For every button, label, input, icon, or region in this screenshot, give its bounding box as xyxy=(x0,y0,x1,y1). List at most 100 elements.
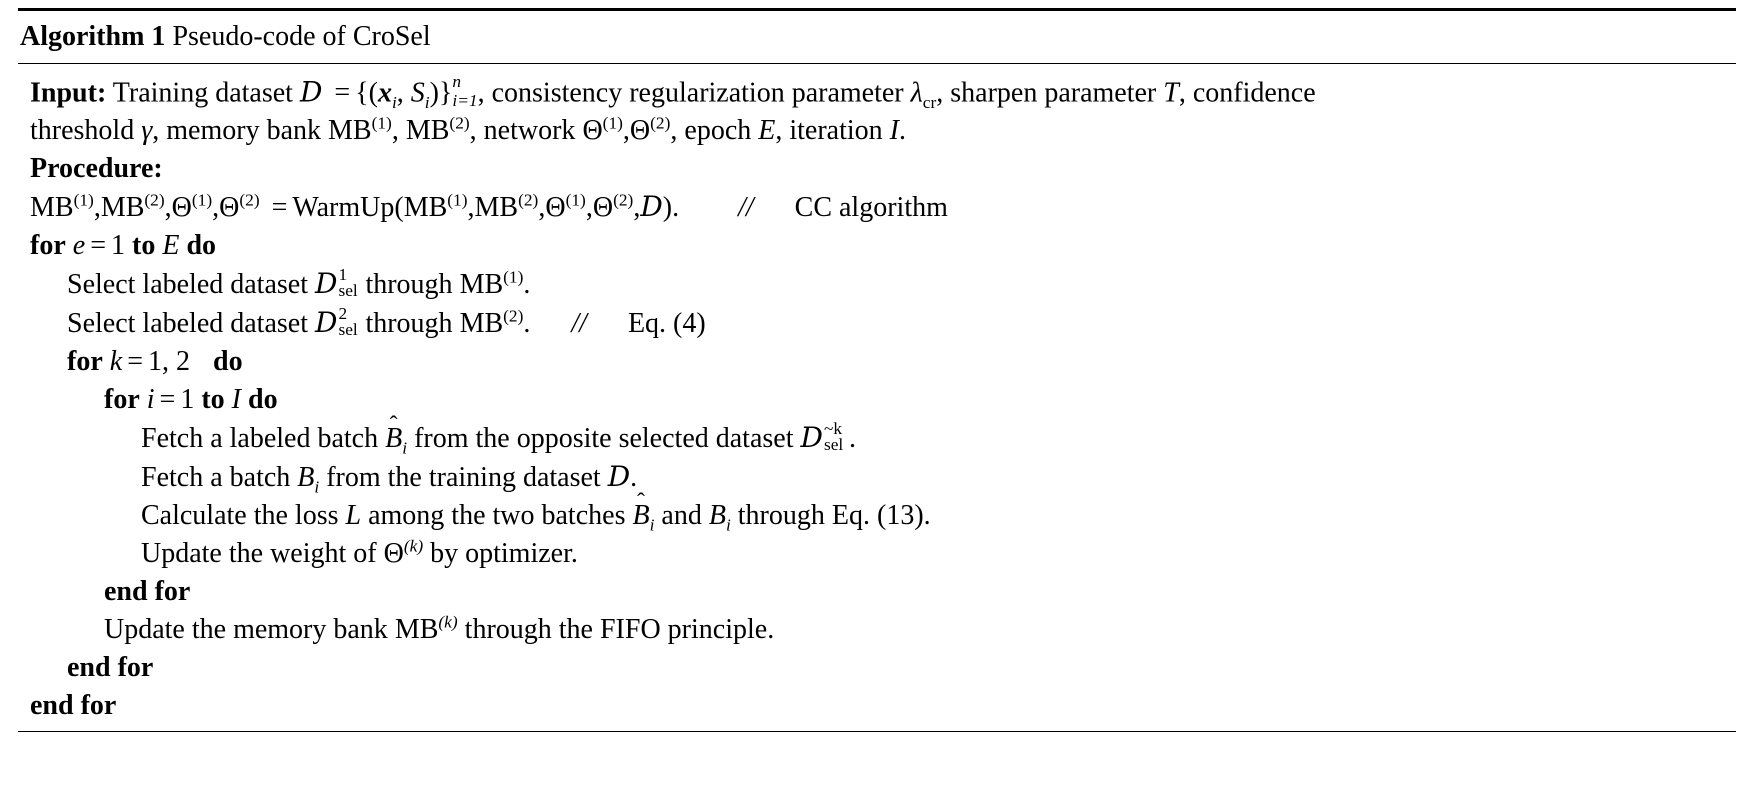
line-update-memory-bank: Update the memory bank MB(k) through the… xyxy=(20,611,1734,649)
opposite-dataset-symbol: D xyxy=(800,421,823,455)
select-2-subscript: sel xyxy=(338,320,358,340)
comma-3: , xyxy=(622,115,630,147)
k-loop-equals: = xyxy=(127,346,143,378)
comment-marker-select-2: // xyxy=(571,308,587,340)
line-fetch-batch: Fetch a batch Bi from the training datas… xyxy=(20,458,1734,497)
fetch-labeled-middle: from the opposite selected dataset xyxy=(414,423,794,455)
warmup-comment-text: CC algorithm xyxy=(794,192,948,224)
warmup-arg-theta1-sup: (1) xyxy=(565,190,586,210)
set-lower-limit: i=1 xyxy=(452,91,478,111)
warmup-paren-open: ( xyxy=(394,192,404,224)
line-procedure: Procedure: xyxy=(20,150,1734,188)
network-symbol-1: Θ xyxy=(582,115,603,147)
comment-marker-warmup: // xyxy=(738,192,754,224)
warmup-lhs-theta1-sup: (1) xyxy=(191,190,213,210)
fetch-batch-prefix: Fetch a batch xyxy=(141,462,291,494)
warmup-comma-4: , xyxy=(467,192,475,224)
i-loop-start: 1 xyxy=(180,384,195,416)
warmup-lhs-mb1-sup: (1) xyxy=(73,190,94,210)
to-keyword-i: to xyxy=(201,384,225,416)
update-memory-bank-superscript: (k) xyxy=(438,612,458,632)
loss-batch-symbol: B xyxy=(708,500,726,532)
algorithm-block: Input: Algorithm 1 Pseudo-code of CroSel… xyxy=(18,8,1736,733)
input-text-4: , confidence xyxy=(1178,77,1316,109)
input-label: Input: xyxy=(30,77,107,109)
warmup-function-name: WarmUp xyxy=(292,192,395,224)
k-loop-var: k xyxy=(109,346,123,378)
end-for-keyword-k: end for xyxy=(67,652,154,684)
memory-bank-2-superscript: (2) xyxy=(449,113,470,133)
i-loop-var: i xyxy=(146,384,155,416)
network-2-superscript: (2) xyxy=(650,113,671,133)
set-limits: n i=1 xyxy=(452,73,478,111)
update-memory-bank-symbol: MB xyxy=(394,614,439,646)
warmup-comma-6: , xyxy=(585,192,593,224)
sharpen-parameter-symbol: T xyxy=(1163,77,1179,109)
fetch-labeled-period: . xyxy=(848,423,856,455)
warmup-paren-close: ) xyxy=(662,192,673,224)
input-text-1: Training dataset xyxy=(112,77,293,109)
network-1-superscript: (1) xyxy=(602,113,623,133)
calculate-loss-p3: and xyxy=(661,500,702,532)
warmup-arg-theta1: Θ xyxy=(545,192,566,224)
warmup-lhs-theta2: Θ xyxy=(219,192,240,224)
warmup-arg-mb1-sup: (1) xyxy=(447,190,468,210)
bottom-rule xyxy=(18,731,1736,733)
warmup-lhs-mb2: MB xyxy=(100,192,145,224)
loss-batch-index: i xyxy=(725,515,731,535)
network-symbol-2: Θ xyxy=(629,115,651,147)
epoch-loop-start: 1 xyxy=(111,230,125,262)
memory-bank-symbol-1: MB xyxy=(328,115,372,147)
select-1-dataset-symbol: D xyxy=(315,267,338,301)
i-loop-equals: = xyxy=(159,384,176,416)
epoch-loop-limit: E xyxy=(162,230,180,262)
update-memory-p1: Update the memory bank xyxy=(104,614,388,646)
input-text-6: , memory bank xyxy=(152,115,322,147)
algorithm-caption-text: Pseudo-code of CroSel xyxy=(172,21,431,52)
line-end-for-epoch: end for xyxy=(20,687,1734,725)
update-weight-network-symbol: Θ xyxy=(383,538,404,570)
select-1-middle: through xyxy=(365,269,453,301)
fetch-labeled-prefix: Fetch a labeled batch xyxy=(141,423,379,455)
algorithm-number-label: Algorithm 1 xyxy=(20,21,166,52)
input-text-3: , sharpen parameter xyxy=(936,77,1157,109)
line-fetch-labeled-batch: Fetch a labeled batch ̂Bi from the oppos… xyxy=(20,419,1734,458)
algorithm-caption: Input: Algorithm 1 Pseudo-code of CroSel xyxy=(18,11,1736,63)
procedure-label: Procedure: xyxy=(30,153,163,185)
calculate-loss-p1: Calculate the loss xyxy=(141,500,339,532)
fetch-batch-period: . xyxy=(630,462,638,494)
line-input: Input: Training dataset D = {(xi, Si)} n i=… xyxy=(20,71,1734,113)
opposite-dataset-subscript: sel xyxy=(823,435,844,455)
line-calculate-loss: Calculate the loss L among the two batch… xyxy=(20,497,1734,535)
input-text-9: , iteration xyxy=(775,115,883,147)
warmup-comma-2: , xyxy=(164,192,172,224)
warmup-arg-theta2-sup: (2) xyxy=(613,190,634,210)
instance-symbol: x xyxy=(377,77,392,109)
update-weight-p1: Update the weight of xyxy=(141,538,377,570)
warmup-comma-1: , xyxy=(93,192,101,224)
line-select-2: Select labeled dataset D 2 sel through MB(2… xyxy=(20,304,1734,343)
select-2-prefix: Select labeled dataset xyxy=(67,308,308,340)
algorithm-body: Input: Training dataset D = {(xi, Si)} n i=… xyxy=(18,64,1736,732)
input-period: . xyxy=(899,115,906,147)
input-text-8: , epoch xyxy=(670,115,752,147)
loss-symbol: L xyxy=(345,500,362,532)
lambda-subscript: cr xyxy=(922,92,937,112)
warmup-period: . xyxy=(672,192,680,224)
update-memory-p2: through the FIFO principle. xyxy=(464,614,775,646)
select-1-period: . xyxy=(523,269,531,301)
line-update-weight: Update the weight of Θ(k) by optimizer. xyxy=(20,535,1734,573)
do-keyword-i: do xyxy=(248,384,278,416)
candidate-set-symbol: S xyxy=(410,77,425,109)
memory-bank-symbol-2: MB xyxy=(405,115,450,147)
calculate-loss-p4: through Eq. (13). xyxy=(737,500,931,532)
comma-1: , xyxy=(396,77,404,109)
update-weight-network-superscript: (k) xyxy=(403,536,424,556)
set-close: )} xyxy=(429,77,453,109)
input-text-2: , consistency regularization parameter xyxy=(477,77,904,109)
warmup-arg-theta2: Θ xyxy=(592,192,614,224)
lambda-symbol: λ xyxy=(910,77,923,109)
labeled-batch-symbol: B xyxy=(385,423,403,455)
warmup-arg-dataset: D xyxy=(640,190,663,224)
to-keyword-epoch: to xyxy=(132,230,156,262)
